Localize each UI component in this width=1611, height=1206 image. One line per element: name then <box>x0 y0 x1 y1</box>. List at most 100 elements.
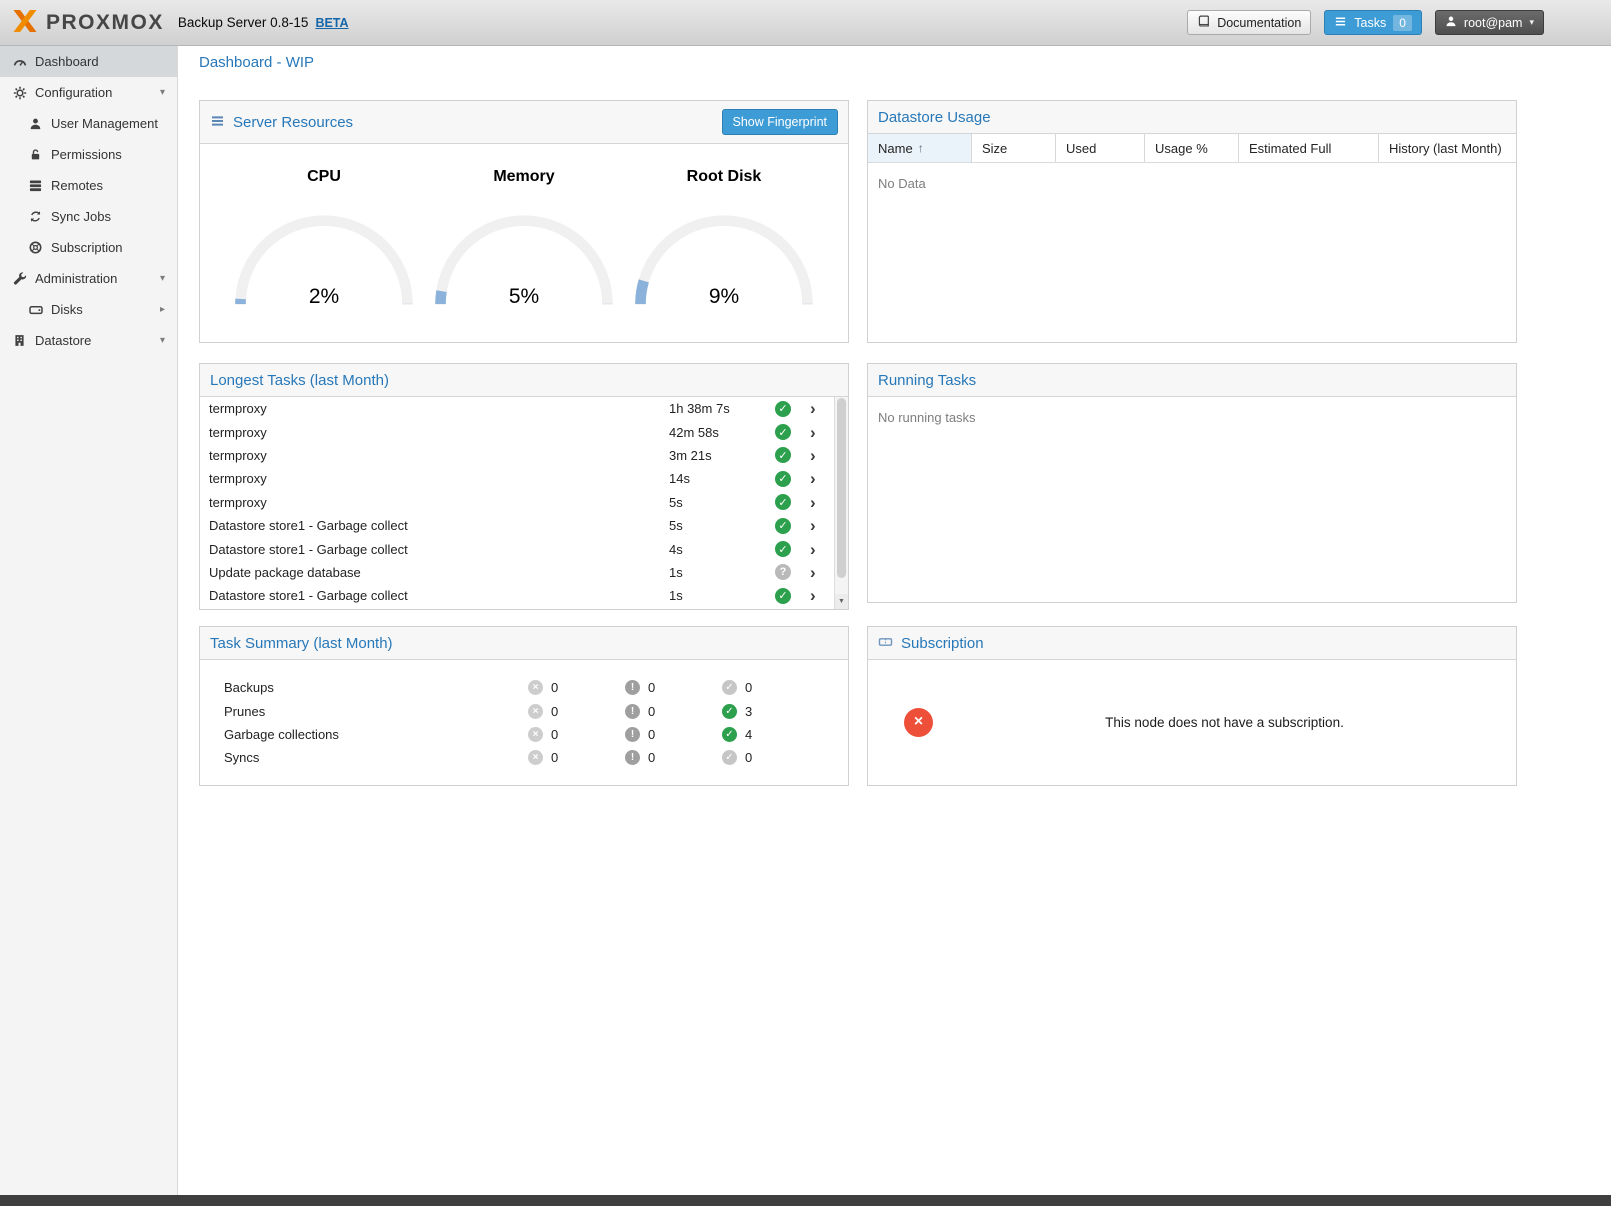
scrollbar-thumb[interactable] <box>837 398 846 578</box>
task-row[interactable]: Datastore store1 - Garbage collect 1s ✓ … <box>200 584 834 607</box>
warning-circle-icon: ! <box>625 680 640 695</box>
scrollbar-down-button[interactable]: ▼ <box>835 594 848 609</box>
task-summary-body: Backups ×0 !0 ✓0 Prunes ×0 !0 ✓3 Garbage… <box>200 660 848 770</box>
caret-right-icon[interactable]: ▸ <box>160 304 165 315</box>
task-row[interactable]: Datastore store1 - Garbage collect 5s ✓ … <box>200 514 834 537</box>
error-count: 0 <box>551 680 558 695</box>
task-status-icon: ✓ <box>775 494 791 510</box>
summary-row-syncs[interactable]: Syncs ×0 !0 ✓0 <box>200 746 848 769</box>
summary-row-backups[interactable]: Backups ×0 !0 ✓0 <box>200 676 848 699</box>
tasks-label: Tasks <box>1354 16 1386 30</box>
beta-link[interactable]: BETA <box>315 16 348 30</box>
ok-circle-icon: ✓ <box>722 704 737 719</box>
summary-row-prunes[interactable]: Prunes ×0 !0 ✓3 <box>200 699 848 722</box>
task-row[interactable]: termproxy 14s ✓ › <box>200 467 834 490</box>
chevron-right-icon[interactable]: › <box>810 541 834 558</box>
task-row[interactable]: Datastore store1 - Garbage collect 4s ✓ … <box>200 537 834 560</box>
column-label: Usage % <box>1155 141 1208 156</box>
task-name: termproxy <box>209 448 669 463</box>
caret-down-icon[interactable]: ▾ <box>160 273 165 284</box>
ok-count: 4 <box>745 727 752 742</box>
proxmox-logo-icon <box>12 9 38 36</box>
task-status-icon: ? <box>775 564 791 580</box>
sidebar-item-configuration[interactable]: Configuration ▾ <box>0 77 177 108</box>
task-row[interactable]: termproxy 1h 38m 7s ✓ › <box>200 397 834 420</box>
app-header: PROXMOX Backup Server 0.8-15 BETA Docume… <box>0 0 1611 46</box>
user-icon <box>28 117 43 130</box>
task-summary-panel: Task Summary (last Month) Backups ×0 !0 … <box>199 626 849 786</box>
sidebar-item-disks[interactable]: Disks ▸ <box>0 294 177 325</box>
panel-title: Running Tasks <box>878 372 976 389</box>
chevron-right-icon[interactable]: › <box>810 564 834 581</box>
task-duration: 5s <box>669 518 775 533</box>
life-ring-icon <box>28 241 43 254</box>
task-status-icon: ✓ <box>775 447 791 463</box>
sidebar-item-administration[interactable]: Administration ▾ <box>0 263 177 294</box>
sidebar-item-user-management[interactable]: User Management <box>0 108 177 139</box>
chevron-right-icon[interactable]: › <box>810 470 834 487</box>
column-header-size[interactable]: Size <box>972 134 1056 162</box>
task-row[interactable]: termproxy 42m 58s ✓ › <box>200 420 834 443</box>
sidebar-item-subscription[interactable]: Subscription <box>0 232 177 263</box>
gauge-label: Root Disk <box>628 168 820 186</box>
task-row[interactable]: termproxy 5s ✓ › <box>200 491 834 514</box>
column-header-used[interactable]: Used <box>1056 134 1145 162</box>
documentation-button[interactable]: Documentation <box>1187 10 1311 35</box>
column-header-usage-pct[interactable]: Usage % <box>1145 134 1239 162</box>
chevron-right-icon[interactable]: › <box>810 447 834 464</box>
sidebar-item-remotes[interactable]: Remotes <box>0 170 177 201</box>
gauge-label: CPU <box>228 168 420 186</box>
subscription-body: × This node does not have a subscription… <box>868 660 1516 784</box>
column-header-history[interactable]: History (last Month) <box>1379 134 1516 162</box>
ok-circle-icon: ✓ <box>722 680 737 695</box>
task-name: Datastore store1 - Garbage collect <box>209 518 669 533</box>
chevron-right-icon[interactable]: › <box>810 587 834 604</box>
main-content: Dashboard - WIP Server Resources Show Fi… <box>178 46 1611 1195</box>
column-label: Estimated Full <box>1249 141 1331 156</box>
summary-label: Garbage collections <box>200 727 528 742</box>
datastore-usage-column-headers: Name ↑ Size Used Usage % Estimated Full … <box>868 134 1516 163</box>
task-name: termproxy <box>209 425 669 440</box>
task-row[interactable]: Update package database 1s ? › <box>200 561 834 584</box>
tasks-button[interactable]: Tasks 0 <box>1324 10 1422 35</box>
caret-down-icon[interactable]: ▾ <box>160 87 165 98</box>
book-icon <box>1197 15 1210 31</box>
column-header-estimated-full[interactable]: Estimated Full <box>1239 134 1379 162</box>
sidebar-item-permissions[interactable]: Permissions <box>0 139 177 170</box>
column-label: History (last Month) <box>1389 141 1502 156</box>
task-duration: 3m 21s <box>669 448 775 463</box>
summary-row-garbage-collections[interactable]: Garbage collections ×0 !0 ✓4 <box>200 723 848 746</box>
chevron-right-icon[interactable]: › <box>810 517 834 534</box>
user-menu-button[interactable]: root@pam ▾ <box>1435 10 1544 35</box>
column-header-name[interactable]: Name ↑ <box>868 134 972 162</box>
ok-count: 0 <box>745 680 752 695</box>
warning-circle-icon: ! <box>625 727 640 742</box>
warning-circle-icon: ! <box>625 750 640 765</box>
sidebar-item-label: User Management <box>51 116 158 131</box>
task-name: Datastore store1 - Garbage collect <box>209 542 669 557</box>
scrollbar[interactable]: ▼ <box>834 397 848 609</box>
sidebar-item-sync-jobs[interactable]: Sync Jobs <box>0 201 177 232</box>
task-duration: 4s <box>669 542 775 557</box>
chevron-right-icon[interactable]: › <box>810 424 834 441</box>
column-label: Used <box>1066 141 1096 156</box>
chevron-right-icon[interactable]: › <box>810 400 834 417</box>
sidebar-item-dashboard[interactable]: Dashboard <box>0 46 177 77</box>
refresh-icon <box>28 210 43 223</box>
running-tasks-panel: Running Tasks No running tasks <box>867 363 1517 603</box>
subscription-panel: Subscription × This node does not have a… <box>867 626 1517 786</box>
sidebar-item-label: Subscription <box>51 240 123 255</box>
ok-count: 3 <box>745 704 752 719</box>
caret-down-icon[interactable]: ▾ <box>160 335 165 346</box>
ok-circle-icon: ✓ <box>722 750 737 765</box>
sidebar-item-datastore[interactable]: Datastore ▾ <box>0 325 177 356</box>
sidebar-item-label: Configuration <box>35 85 112 100</box>
task-row[interactable]: termproxy 3m 21s ✓ › <box>200 444 834 467</box>
task-name: termproxy <box>209 495 669 510</box>
server-resources-icon <box>210 114 225 131</box>
chevron-right-icon[interactable]: › <box>810 494 834 511</box>
show-fingerprint-button[interactable]: Show Fingerprint <box>722 109 839 135</box>
warning-circle-icon: ! <box>625 704 640 719</box>
server-stack-icon <box>28 179 43 192</box>
gauge-label: Memory <box>428 168 620 186</box>
